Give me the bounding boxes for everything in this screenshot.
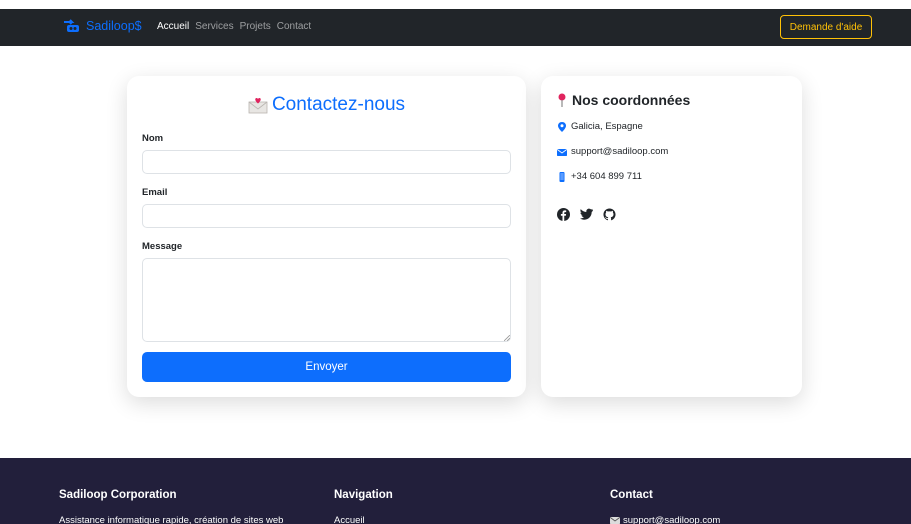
email-row: support@sadiloop.com: [557, 146, 668, 157]
footer: Sadiloop Corporation Assistance informat…: [0, 458, 911, 524]
footer-company-title: Sadiloop Corporation: [59, 489, 177, 501]
form-title: Contactez-nous: [127, 94, 526, 116]
nav-link-accueil[interactable]: Accueil: [157, 21, 189, 32]
name-input[interactable]: [142, 150, 511, 174]
phone-row: +34 604 899 711: [557, 171, 642, 182]
email-input[interactable]: [142, 204, 511, 228]
submit-button[interactable]: Envoyer: [142, 352, 511, 382]
name-label: Nom: [142, 133, 164, 144]
footer-company-text: Assistance informatique rapide, création…: [59, 515, 284, 524]
footer-nav-title: Navigation: [334, 489, 393, 501]
pushpin-icon: [558, 93, 566, 107]
brand-logo-icon: [64, 19, 79, 32]
nav-link-services[interactable]: Services: [195, 21, 233, 32]
help-request-button[interactable]: Demande d'aide: [780, 15, 872, 39]
nav-link-contact[interactable]: Contact: [277, 21, 311, 32]
email-text[interactable]: support@sadiloop.com: [571, 146, 668, 157]
phone-text[interactable]: +34 604 899 711: [571, 171, 642, 182]
footer-contact-email-row: support@sadiloop.com: [610, 515, 720, 524]
footer-contact-email[interactable]: support@sadiloop.com: [623, 515, 720, 524]
location-row: Galicia, Espagne: [557, 121, 643, 132]
message-textarea[interactable]: [142, 258, 511, 342]
twitter-icon[interactable]: [580, 208, 593, 221]
email-label: Email: [142, 187, 168, 198]
nav-link-projets[interactable]: Projets: [240, 21, 271, 32]
nav-links: Accueil Services Projets Contact: [157, 21, 311, 32]
phone-icon: [559, 171, 565, 182]
resize-grip-icon[interactable]: [504, 335, 510, 341]
location-text: Galicia, Espagne: [571, 121, 643, 132]
email-icon: [557, 148, 567, 156]
facebook-icon[interactable]: [557, 208, 570, 221]
form-title-text: Contactez-nous: [271, 94, 406, 115]
info-title-text: Nos coordonnées: [572, 92, 691, 108]
contact-info-card: Nos coordonnées Galicia, Espagne support…: [541, 76, 802, 397]
message-label: Message: [142, 241, 183, 252]
navbar: Sadiloop$ Accueil Services Projets Conta…: [0, 9, 911, 46]
footer-email-icon: [610, 517, 620, 524]
info-title: Nos coordonnées: [558, 92, 690, 108]
contact-form-card: Contactez-nous Nom Email Message Envoyer: [127, 76, 526, 397]
brand-name: Sadiloop$: [86, 19, 142, 33]
envelope-with-heart-icon: [248, 97, 268, 114]
github-icon[interactable]: [603, 208, 616, 221]
social-links: [557, 208, 616, 221]
top-strip: [0, 0, 911, 9]
location-pin-icon: [558, 121, 566, 132]
brand-link[interactable]: Sadiloop$: [62, 19, 142, 33]
footer-nav-link-accueil[interactable]: Accueil: [334, 515, 365, 524]
footer-contact-title: Contact: [610, 489, 653, 501]
